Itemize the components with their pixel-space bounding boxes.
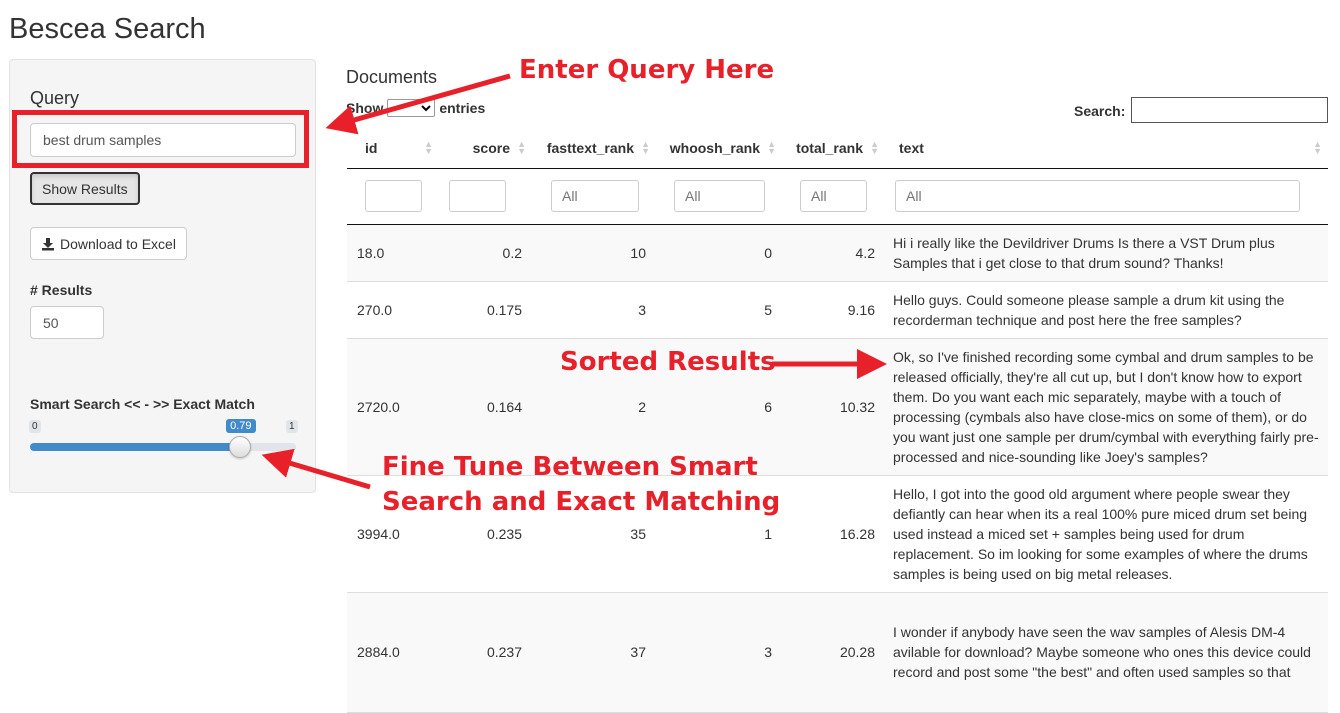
sort-icon: ▲ ▼ [641, 139, 650, 156]
enter-query-annotation: Enter Query Here [519, 55, 775, 85]
filter-text-input[interactable] [895, 180, 1300, 212]
column-header-whoosh-rank[interactable]: whoosh_rank ▲ ▼ [656, 129, 782, 169]
entries-label: entries [439, 100, 486, 116]
filter-score-input[interactable] [449, 180, 506, 212]
table-row[interactable]: 2884.0 0.237 37 3 20.28 I wonder if anybody h… [347, 592, 1328, 713]
cell-fasttext-rank: 37 [532, 592, 656, 713]
filter-row [347, 168, 1328, 225]
cell-whoosh-rank: 3 [656, 592, 782, 713]
filter-id-input[interactable] [365, 180, 422, 212]
filter-total-input[interactable] [800, 180, 867, 212]
entries-select[interactable] [387, 99, 436, 117]
cell-text: Hello, I got into the good old argument … [885, 475, 1328, 593]
slider-label: Smart Search << - >> Exact Match [30, 396, 255, 412]
query-label: Query [30, 88, 80, 108]
sort-icon: ▲ ▼ [1313, 139, 1322, 156]
fine-tune-annotation-line1: Fine Tune Between Smart [382, 452, 758, 482]
cell-total-rank: 20.28 [782, 592, 885, 713]
column-header-fasttext-rank[interactable]: fasttext_rank ▲ ▼ [532, 129, 656, 169]
download-icon [42, 237, 54, 250]
table-row[interactable]: 270.0 0.175 3 5 9.16 Hello guys. Could someon… [347, 281, 1328, 339]
cell-id: 270.0 [347, 281, 439, 339]
show-entries-control: Show entries [346, 99, 485, 117]
sort-icon: ▲ ▼ [870, 139, 879, 156]
column-header-total-rank[interactable]: total_rank ▲ ▼ [782, 129, 885, 169]
show-label: Show [346, 100, 384, 116]
filter-whoosh-input[interactable] [674, 180, 765, 212]
results-count-label: # Results [30, 282, 93, 298]
cell-fasttext-rank: 10 [532, 224, 656, 282]
app-title: Bescea Search [9, 13, 206, 45]
cell-total-rank: 9.16 [782, 281, 885, 339]
cell-text: Hi i really like the Devildriver Drums I… [885, 224, 1328, 282]
cell-text: I wonder if anybody have seen the wav sa… [885, 592, 1328, 713]
column-header-id[interactable]: id ▲ ▼ [347, 129, 439, 169]
cell-id: 2884.0 [347, 592, 439, 713]
fine-tune-annotation-line2: Search and Exact Matching [382, 487, 781, 517]
cell-score: 0.175 [439, 281, 532, 339]
show-results-button[interactable]: Show Results [30, 172, 140, 205]
cell-total-rank: 16.28 [782, 475, 885, 593]
table-row[interactable]: 18.0 0.2 10 0 4.2 Hi i really like the Devild… [347, 224, 1328, 282]
documents-title: Documents [346, 67, 438, 87]
slider-handle[interactable] [229, 436, 252, 458]
cell-whoosh-rank: 5 [656, 281, 782, 339]
download-excel-button[interactable]: Download to Excel [30, 227, 187, 260]
table-header-row: id ▲ ▼ score ▲ ▼ fasttext_rank ▲ ▼ whoosh_rank… [347, 129, 1328, 169]
query-highlight-box [12, 110, 309, 168]
cell-whoosh-rank: 0 [656, 224, 782, 282]
filter-fasttext-input[interactable] [551, 180, 639, 212]
smart-exact-slider[interactable] [30, 436, 296, 458]
show-results-label: Show Results [42, 180, 128, 197]
sorted-results-annotation: Sorted Results [560, 347, 776, 377]
cell-text: Hello guys. Could someone please sample … [885, 281, 1328, 339]
cell-id: 18.0 [347, 224, 439, 282]
column-header-text[interactable]: text ▲ ▼ [885, 129, 1328, 169]
table-search-label: Search: [1074, 103, 1126, 119]
cell-total-rank: 4.2 [782, 224, 885, 282]
sort-icon: ▲ ▼ [767, 139, 776, 156]
slider-value-badge: 0.79 [226, 419, 256, 433]
sort-icon: ▲ ▼ [517, 139, 526, 156]
cell-score: 0.2 [439, 224, 532, 282]
sort-icon: ▲ ▼ [424, 139, 433, 156]
download-excel-label: Download to Excel [60, 235, 176, 252]
table-search-input[interactable] [1131, 97, 1328, 123]
slider-min-label: 0 [29, 420, 41, 433]
slider-max-label: 1 [286, 420, 298, 433]
slider-fill [30, 443, 241, 451]
cell-fasttext-rank: 3 [532, 281, 656, 339]
results-table: id ▲ ▼ score ▲ ▼ fasttext_rank ▲ ▼ whoosh_rank… [347, 129, 1328, 713]
cell-score: 0.237 [439, 592, 532, 713]
cell-total-rank: 10.32 [782, 338, 885, 476]
results-count-input[interactable] [30, 306, 104, 339]
column-header-score[interactable]: score ▲ ▼ [439, 129, 532, 169]
cell-text: Ok, so I've finished recording some cymb… [885, 338, 1328, 476]
